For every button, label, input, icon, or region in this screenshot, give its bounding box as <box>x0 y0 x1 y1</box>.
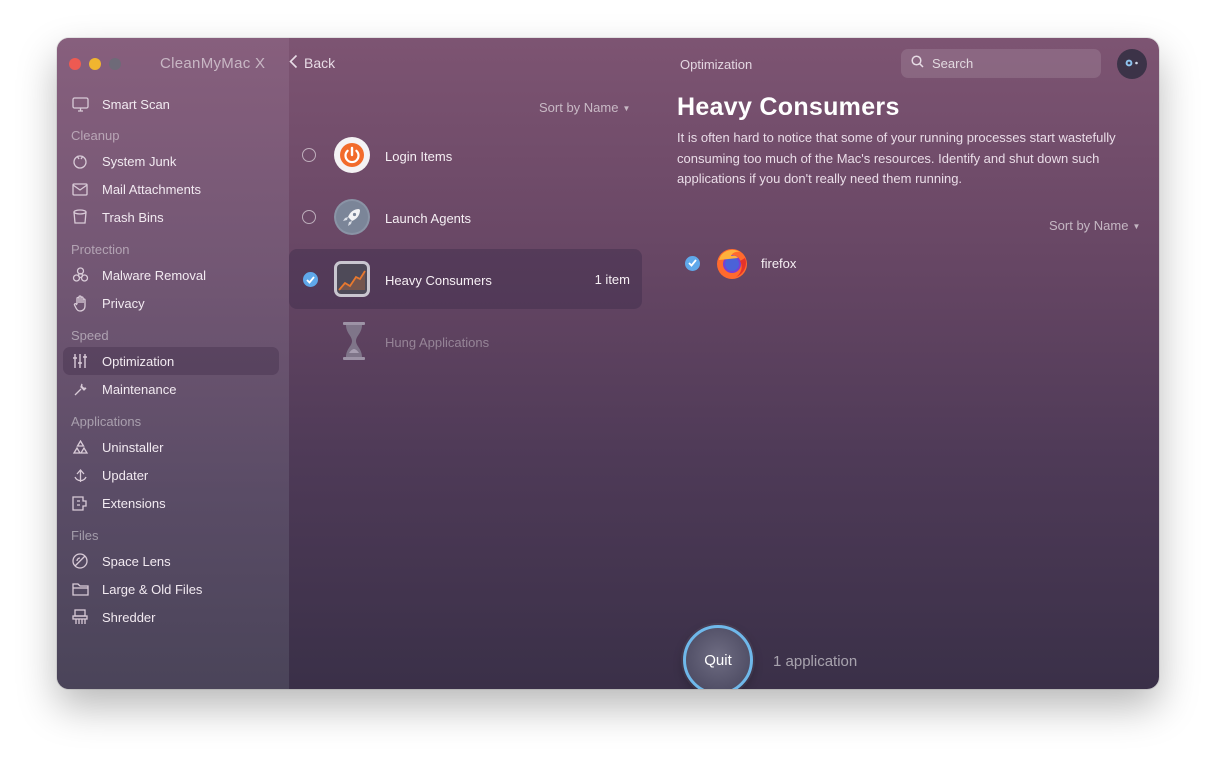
folder-icon <box>71 580 89 598</box>
back-button[interactable]: Back <box>289 54 335 72</box>
shredder-icon <box>71 608 89 626</box>
updater-icon <box>71 466 89 484</box>
sidebar-item-label: Trash Bins <box>102 209 164 225</box>
chevron-left-icon <box>289 54 298 72</box>
rocket-icon <box>333 198 371 236</box>
app-title: CleanMyMac X <box>160 55 266 72</box>
middle-sort-dropdown[interactable]: Sort by Name ▼ <box>539 100 630 115</box>
sidebar-group-cleanup: Cleanup <box>71 128 120 143</box>
titlebar: CleanMyMac X Back Optimization <box>57 38 1159 90</box>
search-icon <box>911 54 924 73</box>
hand-icon <box>71 294 89 312</box>
sidebar: Smart Scan Cleanup System Junk Mail Atta… <box>57 38 289 689</box>
caret-down-icon: ▼ <box>1132 222 1141 232</box>
quit-label: Quit <box>704 651 732 669</box>
checkmark-icon[interactable] <box>303 272 318 287</box>
item-count: 1 item <box>594 272 630 287</box>
list-item-label: Login Items <box>385 149 453 164</box>
sidebar-item-label: Large & Old Files <box>102 581 203 597</box>
biohazard-icon <box>71 266 89 284</box>
checkbox[interactable] <box>302 210 316 224</box>
list-item-label: Hung Applications <box>385 335 490 350</box>
assistant-icon <box>1123 55 1141 73</box>
space-lens-icon <box>71 552 89 570</box>
sidebar-item-shredder[interactable]: Shredder <box>71 604 277 630</box>
detail-description: It is often hard to notice that some of … <box>677 130 1116 186</box>
sidebar-item-label: Malware Removal <box>102 267 207 283</box>
sidebar-item-label: Space Lens <box>102 553 171 569</box>
sidebar-group-files: Files <box>71 528 99 543</box>
sidebar-group-protection: Protection <box>71 242 130 257</box>
close-window-button[interactable] <box>69 58 81 70</box>
sidebar-item-label: Optimization <box>102 353 175 369</box>
sidebar-item-label: Shredder <box>102 609 156 625</box>
extensions-icon <box>71 494 89 512</box>
list-item-label: Heavy Consumers <box>385 273 492 288</box>
checkbox[interactable] <box>302 148 316 162</box>
sidebar-item-large-old-files[interactable]: Large & Old Files <box>71 576 277 602</box>
back-label: Back <box>304 55 336 71</box>
sort-label: Sort by Name <box>539 100 619 115</box>
system-junk-icon <box>71 152 89 170</box>
app-name: firefox <box>761 255 797 271</box>
minimize-window-button[interactable] <box>89 58 101 70</box>
list-item-heavy-consumers[interactable]: Heavy Consumers 1 item <box>289 249 642 309</box>
sidebar-item-privacy[interactable]: Privacy <box>71 290 277 316</box>
sidebar-item-label: Smart Scan <box>102 96 170 112</box>
sidebar-item-optimization[interactable]: Optimization <box>63 347 279 375</box>
section-title: Optimization <box>680 57 753 72</box>
list-item-label: Launch Agents <box>385 211 472 226</box>
sidebar-item-maintenance[interactable]: Maintenance <box>71 376 277 402</box>
sidebar-item-label: Privacy <box>102 295 145 311</box>
envelope-icon <box>71 180 89 198</box>
search-input[interactable] <box>930 55 1084 72</box>
traffic-lights <box>69 58 121 70</box>
sidebar-item-smart-scan[interactable]: Smart Scan <box>71 91 277 117</box>
sidebar-item-label: Updater <box>102 467 149 483</box>
sidebar-item-system-junk[interactable]: System Junk <box>71 148 277 174</box>
firefox-icon <box>715 246 749 280</box>
detail-sort-dropdown[interactable]: Sort by Name ▼ <box>1049 218 1140 233</box>
uninstaller-icon <box>71 438 89 456</box>
activity-chart-icon <box>333 260 371 298</box>
selected-count: 1 application <box>773 653 858 670</box>
power-icon <box>333 136 371 174</box>
wrench-icon <box>71 380 89 398</box>
sidebar-item-malware-removal[interactable]: Malware Removal <box>71 262 277 288</box>
list-item-hung-applications: Hung Applications <box>289 311 642 371</box>
app-window: Smart Scan Cleanup System Junk Mail Atta… <box>57 38 1159 689</box>
quit-button[interactable]: Quit <box>683 625 753 689</box>
sliders-icon <box>71 352 89 370</box>
search-field[interactable] <box>901 49 1101 78</box>
monitor-icon <box>71 95 89 113</box>
sidebar-item-space-lens[interactable]: Space Lens <box>71 548 277 574</box>
sort-label: Sort by Name <box>1049 218 1129 233</box>
hourglass-icon <box>341 321 379 360</box>
sidebar-item-trash-bins[interactable]: Trash Bins <box>71 204 277 230</box>
sidebar-item-updater[interactable]: Updater <box>71 462 277 488</box>
sidebar-item-label: Mail Attachments <box>102 181 201 197</box>
list-item-login-items[interactable]: Login Items <box>289 125 642 185</box>
sidebar-item-label: System Junk <box>102 153 177 169</box>
app-row-firefox[interactable]: firefox <box>685 246 796 280</box>
sidebar-item-label: Uninstaller <box>102 439 164 455</box>
checkmark-icon[interactable] <box>685 255 700 271</box>
sidebar-item-extensions[interactable]: Extensions <box>71 490 277 516</box>
sidebar-item-uninstaller[interactable]: Uninstaller <box>71 434 277 460</box>
list-item-launch-agents[interactable]: Launch Agents <box>289 187 642 247</box>
sidebar-group-applications: Applications <box>71 414 142 429</box>
trash-icon <box>71 208 89 226</box>
sidebar-item-label: Maintenance <box>102 381 177 397</box>
detail-title: Heavy Consumers <box>677 93 900 121</box>
zoom-window-button[interactable] <box>109 58 121 70</box>
sidebar-item-mail-attachments[interactable]: Mail Attachments <box>71 176 277 202</box>
sidebar-item-label: Extensions <box>102 495 166 511</box>
sidebar-group-speed: Speed <box>71 328 109 343</box>
assistant-button[interactable] <box>1117 49 1147 79</box>
caret-down-icon: ▼ <box>622 104 631 114</box>
